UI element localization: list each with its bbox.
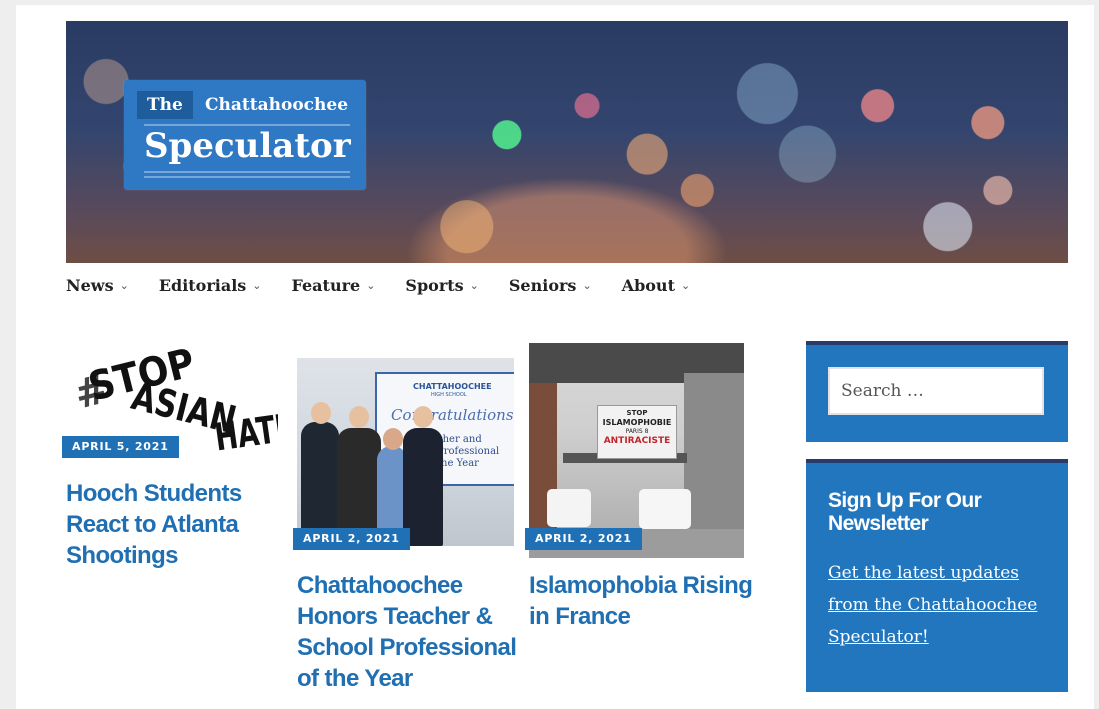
- chevron-down-icon: ⌄: [366, 278, 376, 292]
- chevron-down-icon: ⌄: [680, 278, 691, 292]
- nav-label: Feature: [291, 275, 361, 295]
- person-head: [413, 406, 433, 428]
- logo-school-name: Chattahoochee: [205, 95, 349, 115]
- post-title-link[interactable]: Hooch Students React to Atlanta Shooting…: [66, 478, 298, 571]
- main-nav: News ⌄ Editorials ⌄ Feature ⌄ Sports ⌄ Senio…: [66, 274, 720, 296]
- building-right: [684, 373, 744, 533]
- post-date-badge[interactable]: APRIL 2, 2021: [293, 528, 410, 550]
- post-date-badge[interactable]: APRIL 2, 2021: [525, 528, 642, 550]
- nav-item-news[interactable]: News ⌄: [66, 274, 129, 296]
- chevron-down-icon: ⌄: [582, 278, 592, 292]
- header-banner-image[interactable]: The Chattahoochee Speculator: [66, 21, 1068, 263]
- banner-text: PARIS 8: [625, 428, 649, 435]
- chevron-down-icon: ⌄: [469, 278, 479, 292]
- newsletter-title: Sign Up For Our Newsletter: [828, 489, 982, 535]
- protest-banner: STOP ISLAMOPHOBIE PARIS 8 ANTIRACISTE: [597, 405, 677, 459]
- search-input[interactable]: Search …: [828, 367, 1044, 415]
- banner-text: ISLAMOPHOBIE: [602, 418, 672, 427]
- person-head: [311, 402, 331, 424]
- chevron-down-icon: ⌄: [119, 278, 129, 292]
- banner-text: ANTIRACISTE: [603, 436, 671, 446]
- banner-school-sub: HIGH SCHOOL: [431, 392, 467, 398]
- person-head: [383, 428, 403, 450]
- site-logo[interactable]: The Chattahoochee Speculator: [124, 80, 366, 190]
- banner-text: STOP: [626, 409, 648, 417]
- banner-line: the Year: [437, 458, 479, 469]
- chevron-down-icon: ⌄: [252, 278, 262, 292]
- nav-item-editorials[interactable]: Editorials ⌄: [159, 274, 262, 296]
- post-date-badge[interactable]: APRIL 5, 2021: [62, 436, 179, 458]
- white-van: [639, 489, 691, 529]
- nav-item-sports[interactable]: Sports ⌄: [405, 274, 478, 296]
- nav-label: Editorials: [158, 275, 247, 295]
- nav-item-seniors[interactable]: Seniors ⌄: [509, 274, 592, 296]
- banner-line: Professional: [437, 446, 500, 457]
- logo-rule: [144, 171, 350, 173]
- banner-school-name: CHATTAHOOCHEE: [413, 382, 492, 391]
- white-van: [547, 489, 591, 527]
- logo-title: Speculator: [144, 126, 351, 166]
- newsletter-signup-link[interactable]: Get the latest updates from the Chattaho…: [828, 557, 1058, 653]
- banner-congrats: Congratulations: [391, 406, 514, 424]
- person-head: [349, 406, 369, 428]
- logo-the: The: [137, 91, 193, 119]
- nav-label: News: [66, 275, 114, 295]
- search-widget: Search …: [806, 341, 1068, 442]
- nav-item-feature[interactable]: Feature ⌄: [292, 274, 376, 296]
- nav-item-about[interactable]: About ⌄: [622, 274, 691, 296]
- post-thumbnail-islamophobia[interactable]: STOP ISLAMOPHOBIE PARIS 8 ANTIRACISTE: [529, 343, 744, 558]
- banner-line: cher and: [437, 434, 482, 445]
- newsletter-widget: Sign Up For Our Newsletter Get the lates…: [806, 459, 1068, 692]
- post-title-link[interactable]: Chattahoochee Honors Teacher & School Pr…: [297, 570, 527, 694]
- nav-label: Seniors: [508, 275, 577, 295]
- logo-rule: [144, 176, 350, 178]
- nav-label: Sports: [405, 275, 464, 295]
- nav-label: About: [621, 275, 675, 295]
- post-thumbnail-honors[interactable]: CHATTAHOOCHEE HIGH SCHOOL Congratulation…: [297, 358, 514, 546]
- post-title-link[interactable]: Islamophobia Rising in France: [529, 570, 759, 632]
